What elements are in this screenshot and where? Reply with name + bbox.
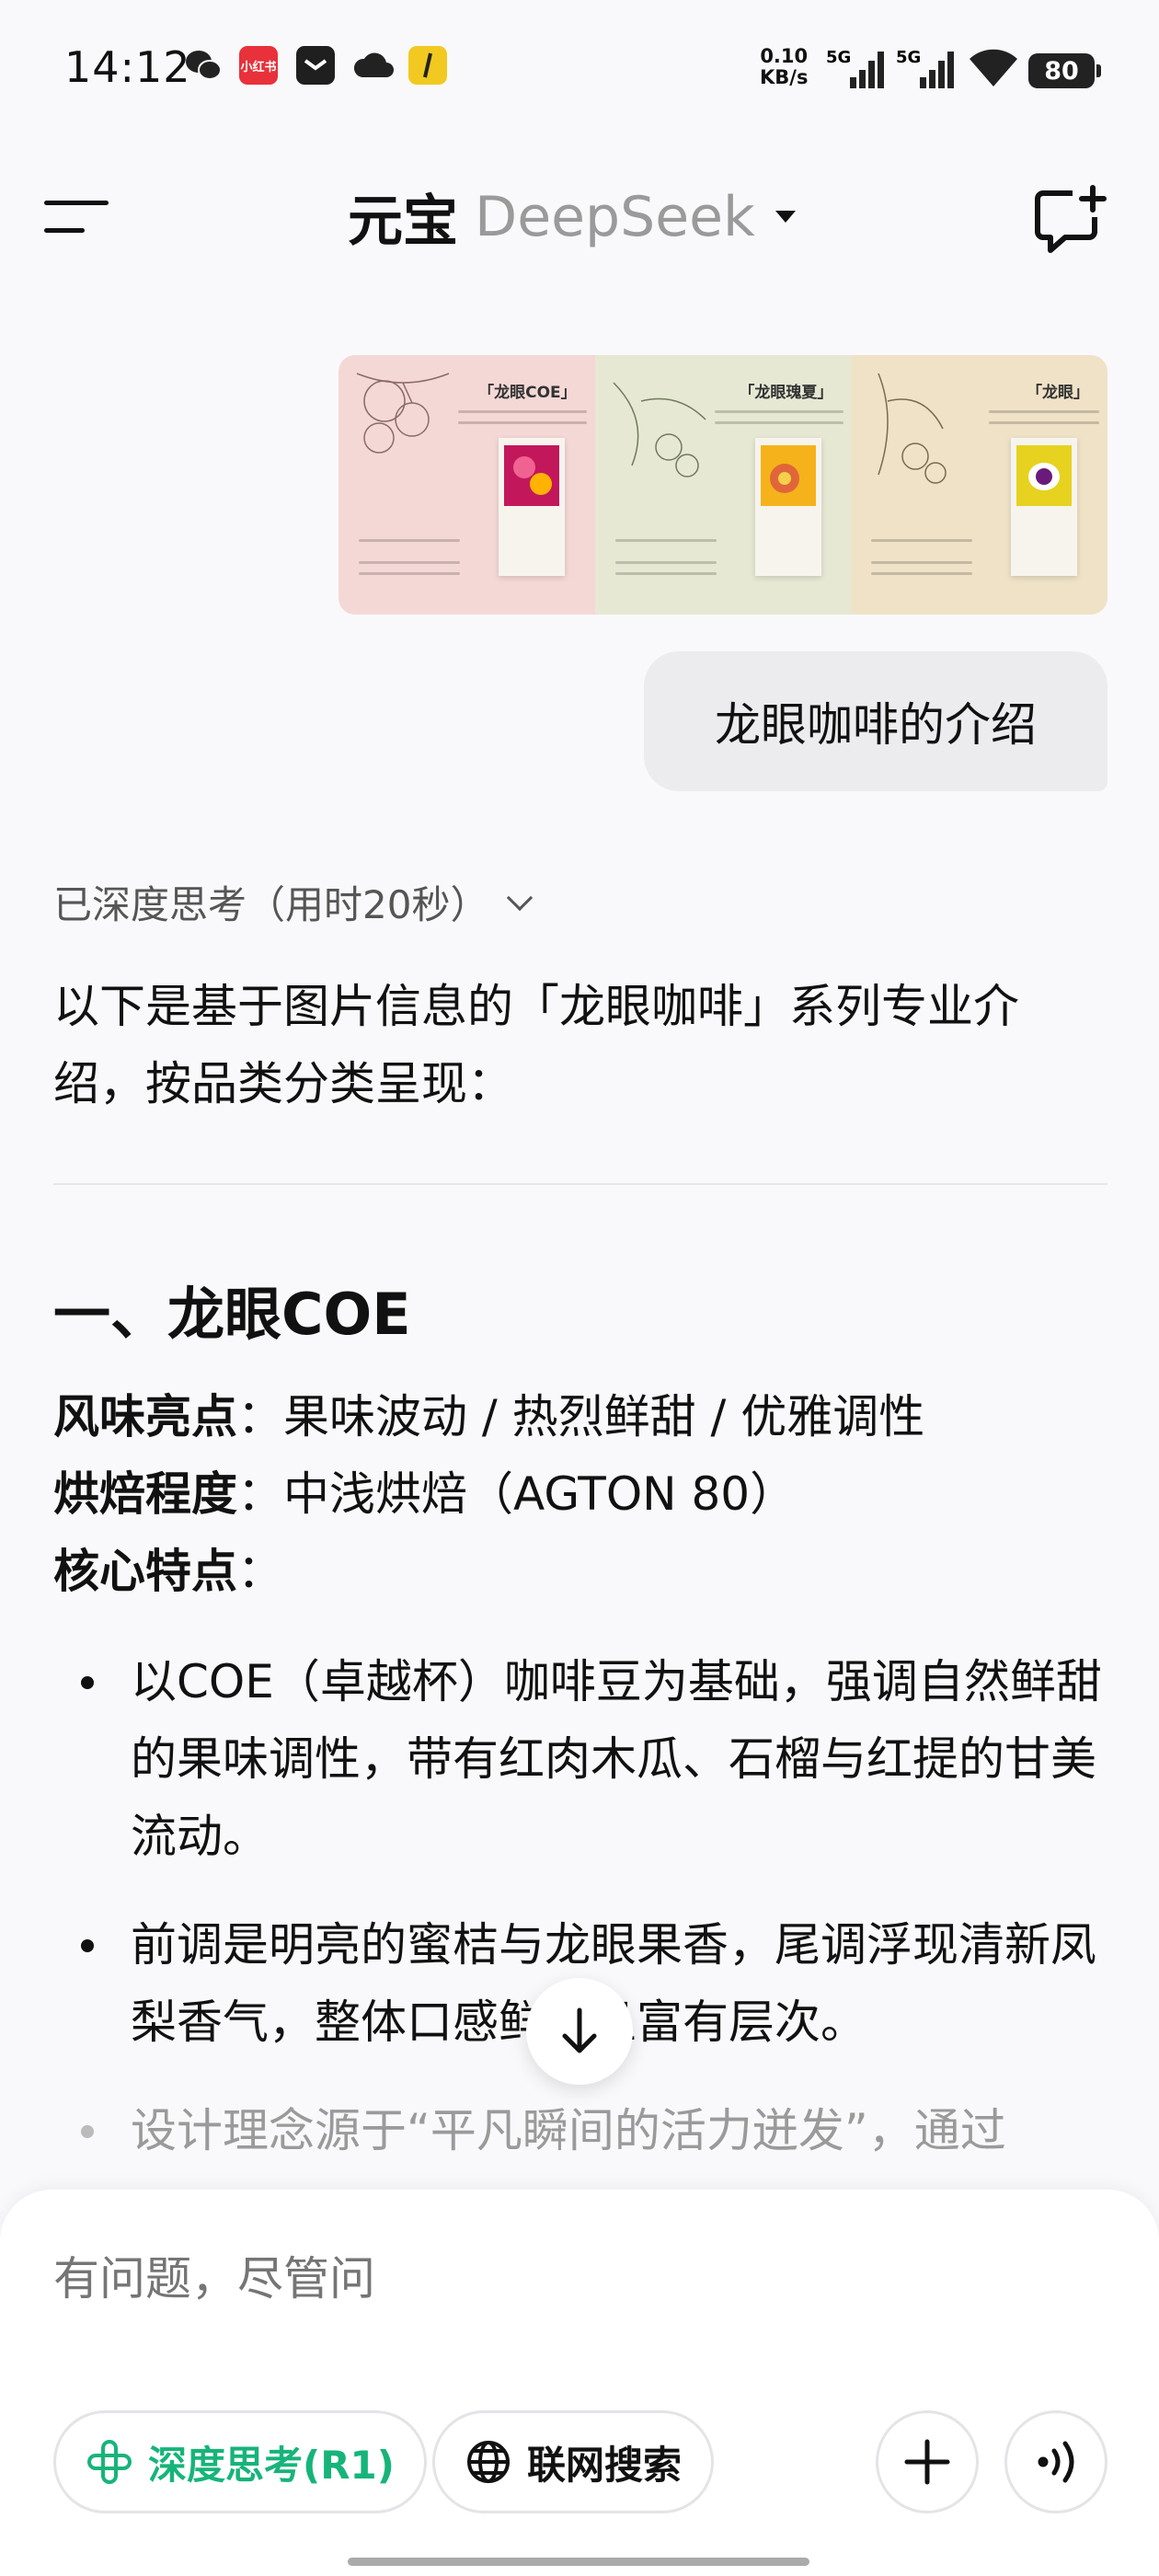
app-header: 元宝 DeepSeek	[0, 156, 1159, 276]
flavor-value: ：果味波动 / 热烈鲜甜 / 优雅调性	[237, 1390, 925, 1443]
thought-status-toggle[interactable]: 已深度思考（用时20秒）	[53, 874, 534, 930]
card-title: 「龙眼瑰夏」	[739, 384, 833, 402]
chevron-down-icon	[507, 884, 534, 911]
composer-panel: 深度思考(R1) 联网搜索	[0, 2190, 1159, 2576]
user-message-bubble[interactable]: 龙眼咖啡的介绍	[644, 651, 1107, 791]
voice-wave-icon	[1038, 2441, 1074, 2483]
plus-icon	[904, 2439, 950, 2485]
web-search-toggle[interactable]: 联网搜索	[432, 2410, 715, 2513]
card-title: 「龙眼」	[1027, 384, 1090, 402]
message-input[interactable]	[53, 2252, 645, 2306]
notes-app-icon	[408, 46, 447, 85]
coffee-package	[1011, 438, 1078, 576]
voice-call-button[interactable]	[1004, 2410, 1107, 2513]
image-card-coe: 「龙眼COE」	[339, 355, 595, 615]
roast-row: 烘焙程度：中浅烘焙（AGTON 80）	[53, 1457, 796, 1524]
longan-sketch-illustration	[356, 373, 450, 454]
coffee-package	[499, 438, 565, 576]
model-name: DeepSeek	[475, 184, 755, 249]
svg-text:5G: 5G	[826, 48, 851, 67]
section-heading: 一、龙眼COE	[53, 1281, 411, 1348]
deep-think-icon	[87, 2440, 132, 2484]
divider	[53, 1183, 1107, 1185]
new-chat-icon[interactable]	[1032, 184, 1107, 254]
status-bar: 14:12 小红书 0.10 KB/s 5G 5G 80	[0, 0, 1159, 138]
answer-intro: 以下是基于图片信息的「龙眼咖啡」系列专业介绍，按品类分类呈现：	[53, 980, 1019, 1110]
home-indicator	[348, 2558, 809, 2566]
status-time: 14:12	[64, 42, 191, 92]
longan-sketch-illustration	[878, 373, 947, 484]
cloud-icon	[351, 46, 394, 85]
flavor-label: 风味亮点	[53, 1390, 237, 1443]
features-value: ：	[237, 1545, 283, 1598]
feature-list: 以COE（卓越杯）咖啡豆为基础，强调自然鲜甜的果味调性，带有红肉木瓜、石榴与红提…	[53, 1643, 1107, 2201]
roast-label: 烘焙程度	[53, 1467, 237, 1521]
coffee-package	[754, 438, 821, 576]
menu-icon[interactable]	[44, 195, 112, 237]
arrow-down-icon	[562, 2007, 597, 2053]
image-card-longan: 「龙眼」	[851, 355, 1107, 615]
thought-status-text: 已深度思考（用时20秒）	[53, 882, 489, 927]
network-speed: 0.10 KB/s	[760, 45, 809, 88]
caret-down-icon	[775, 211, 796, 223]
attached-image[interactable]: 「龙眼COE」 「龙眼瑰夏」 「龙眼」	[339, 355, 1107, 615]
wifi-icon	[968, 48, 1019, 92]
list-item: 设计理念源于“平凡瞬间的活力迸发”，通过	[53, 2092, 1107, 2169]
app-title: 元宝	[348, 190, 458, 254]
scroll-to-bottom-button[interactable]	[526, 1978, 633, 2085]
features-label: 核心特点	[53, 1545, 237, 1598]
deep-think-label: 深度思考(R1)	[148, 2442, 395, 2488]
card-title: 「龙眼COE」	[478, 384, 577, 402]
inbox-app-icon	[296, 46, 335, 85]
list-item: 以COE（卓越杯）咖啡豆为基础，强调自然鲜甜的果味调性，带有红肉木瓜、石榴与红提…	[53, 1643, 1107, 1875]
add-attachment-button[interactable]	[876, 2410, 979, 2513]
roast-value: ：中浅烘焙（AGTON 80）	[237, 1467, 797, 1521]
longan-sketch-illustration	[613, 382, 706, 477]
xiaohongshu-icon: 小红书	[239, 46, 278, 85]
web-search-label: 联网搜索	[527, 2442, 683, 2488]
wechat-icon	[184, 46, 223, 85]
battery-indicator: 80	[1028, 53, 1101, 88]
globe-icon	[467, 2441, 510, 2483]
model-selector[interactable]: 元宝 DeepSeek	[348, 177, 796, 257]
signal-5g-icon: 5G	[826, 48, 887, 94]
flavor-row: 风味亮点：果味波动 / 热烈鲜甜 / 优雅调性	[53, 1380, 924, 1446]
signal-5g-icon-2: 5G	[896, 48, 957, 94]
deep-think-toggle[interactable]: 深度思考(R1)	[53, 2410, 427, 2513]
svg-text:5G: 5G	[896, 48, 921, 67]
features-row: 核心特点：	[53, 1535, 283, 1601]
image-card-geisha: 「龙眼瑰夏」	[594, 355, 852, 615]
